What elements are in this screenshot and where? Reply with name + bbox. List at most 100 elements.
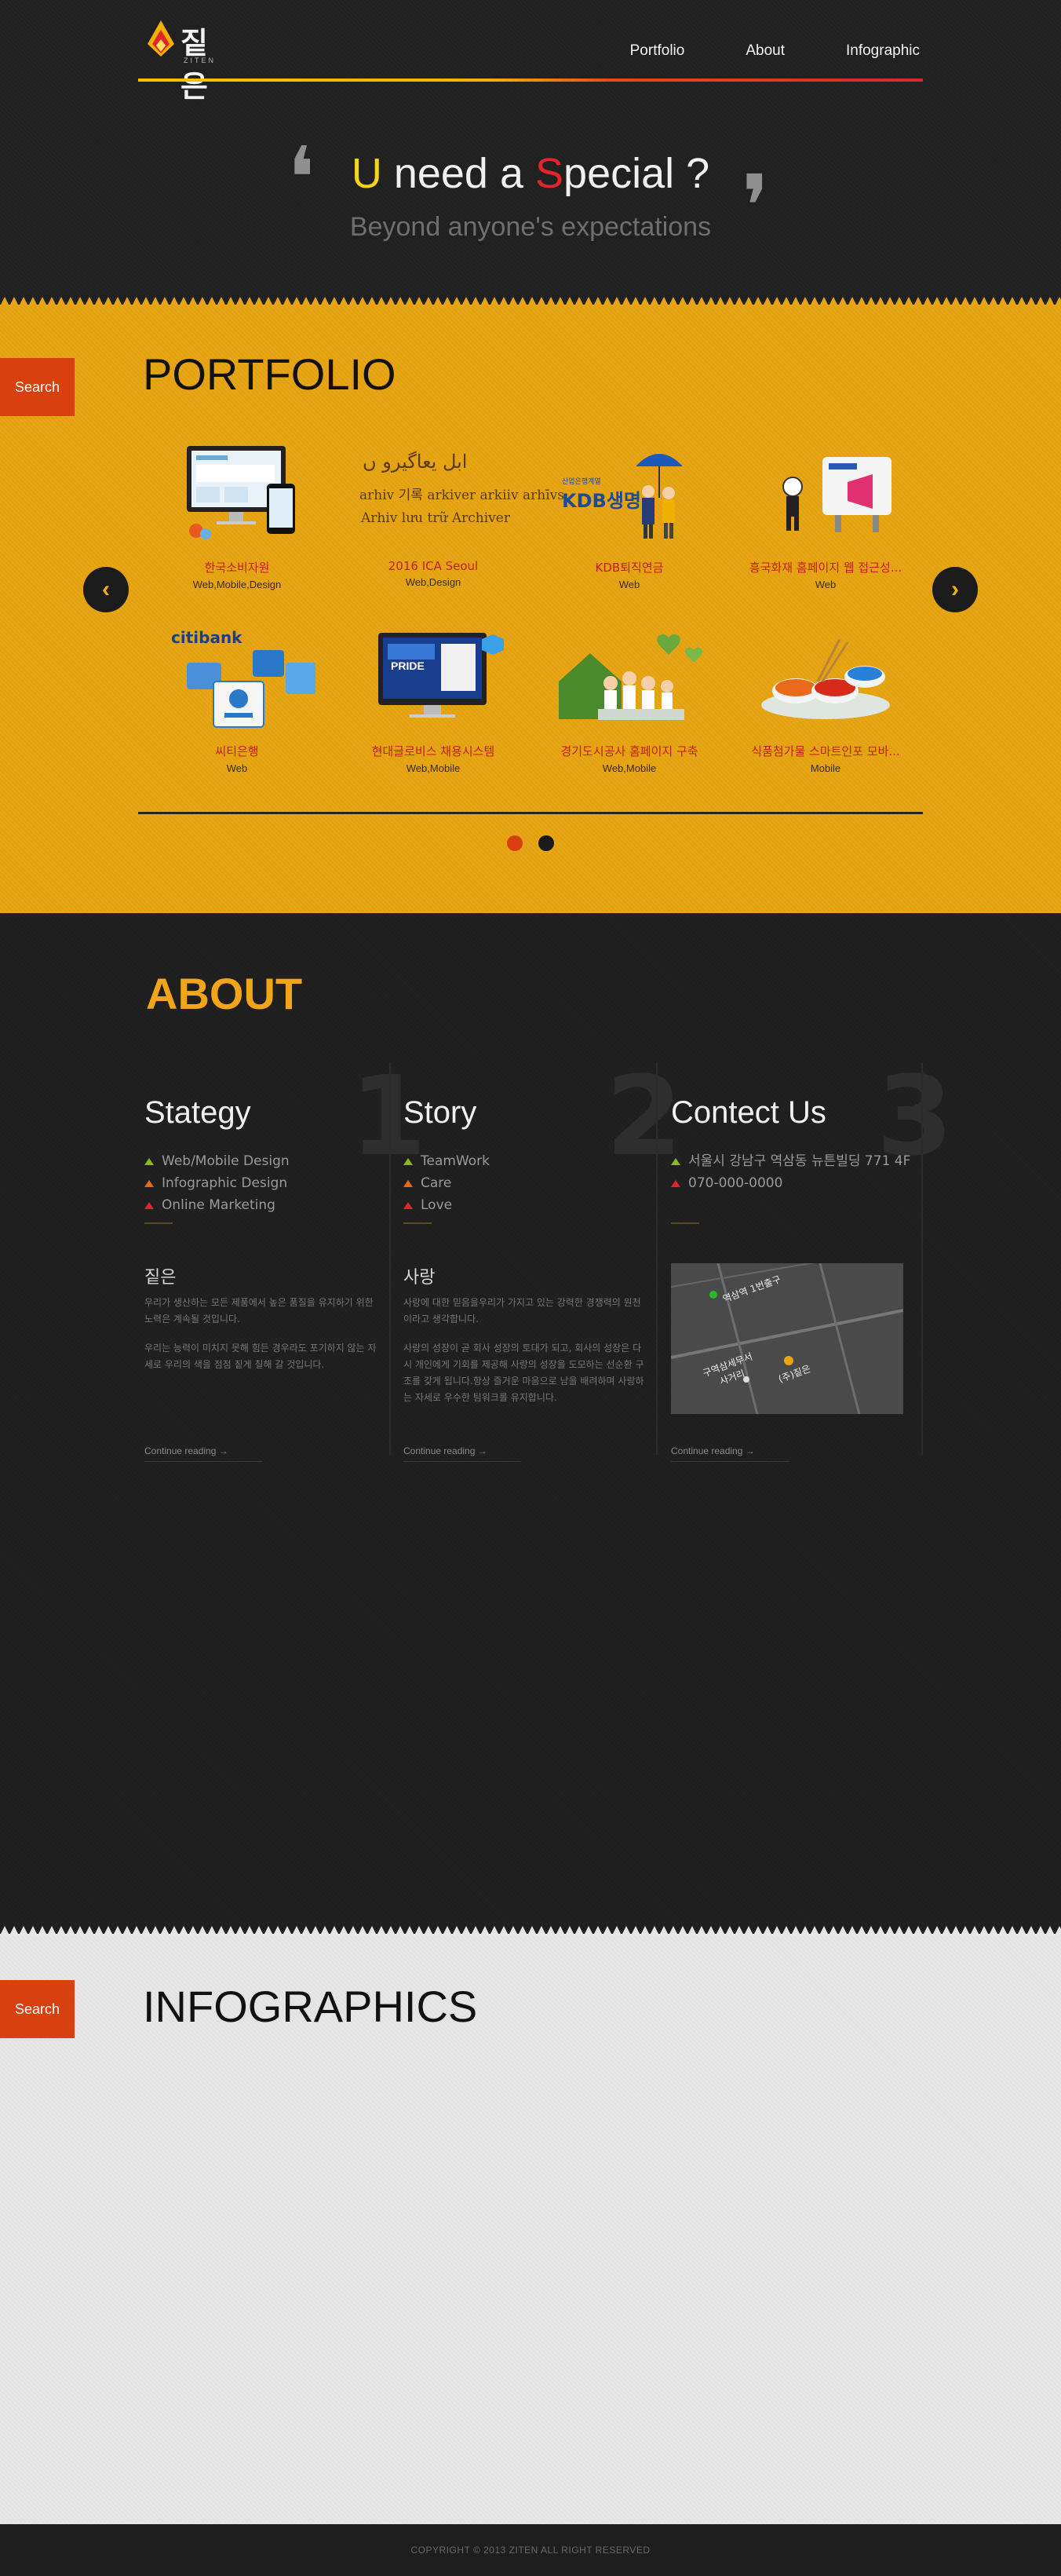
column-divider: [921, 1062, 923, 1455]
chevron-left-icon: ‹: [102, 576, 110, 602]
about-column-contact: 3 Contect Us 서울시 강남구 역삼동 뉴튼빌딩 771 4F 070…: [671, 1062, 953, 1462]
citibank-thumb: citibank: [159, 627, 317, 729]
portfolio-item[interactable]: PRIDE 현대글로비스 채용시스템 Web,Mobile: [347, 627, 520, 774]
portfolio-item-category: Web,Mobile: [602, 762, 657, 774]
portfolio-item-title: KDB퇴직연금: [595, 561, 664, 575]
column-title: Stategy: [144, 1095, 251, 1130]
sauce-bowls-icon: [761, 638, 890, 719]
signboard-character-icon: [782, 457, 891, 532]
nav-underline: [138, 79, 923, 82]
portfolio-item-category: Web,Design: [405, 576, 461, 588]
about-column-story: 2 Story TeamWork Care Love 사랑 사랑에 대한 믿음을…: [403, 1062, 682, 1462]
brand-sub: ZITEN: [184, 57, 216, 64]
column-list: 서울시 강남구 역삼동 뉴튼빌딩 771 4F 070-000-0000: [671, 1150, 910, 1194]
next-arrow-button[interactable]: ›: [932, 567, 978, 612]
triangle-bullet-icon: [144, 1157, 154, 1165]
portfolio-item[interactable]: 산업은행계열 KDB생명 KDB퇴직연금 Web: [543, 443, 716, 590]
list-item: Online Marketing: [144, 1194, 290, 1216]
infographics-section: Search INFOGRAPHICS: [0, 1924, 1061, 2534]
triangle-bullet-icon: [144, 1179, 154, 1187]
food-additive-thumb: [747, 627, 904, 729]
portfolio-item-category: Web: [815, 579, 837, 590]
portfolio-item[interactable]: ابل یعاگیرو ں arhiv 기록 arkiver arkiiv ar…: [347, 443, 564, 588]
hero-subline: Beyond anyone's expectations: [349, 212, 712, 242]
infographics-title: INFOGRAPHICS: [143, 1982, 478, 2031]
brand-logo[interactable]: 짙은 ZITEN: [144, 19, 231, 104]
nav-infographic-link[interactable]: Infographic: [846, 42, 920, 60]
headline-u: U: [351, 150, 382, 197]
portfolio-item-title: 한국소비자원: [204, 561, 270, 575]
list-item: Love: [403, 1194, 490, 1216]
portfolio-title: PORTFOLIO: [143, 349, 396, 399]
triangle-bullet-icon: [403, 1179, 413, 1187]
list-item: Web/Mobile Design: [144, 1150, 290, 1172]
kdb-logo: KDB생명: [562, 490, 641, 512]
family-house-icon: [559, 634, 702, 720]
pride-label: PRIDE: [391, 660, 425, 672]
continue-reading-link[interactable]: Continue reading →: [144, 1445, 262, 1462]
portfolio-item-category: Mobile: [810, 762, 841, 774]
column-title: Story: [403, 1095, 477, 1130]
triangle-bullet-icon: [671, 1157, 680, 1165]
portfolio-item-title: 경기도시공사 홈페이지 구축: [560, 744, 698, 758]
triangle-bullet-icon: [144, 1201, 154, 1209]
list-item: TeamWork: [403, 1150, 490, 1172]
list-item: Care: [403, 1172, 490, 1194]
portfolio-item-category: Web: [226, 762, 248, 774]
monitor-icon: [378, 633, 504, 718]
glovis-thumb: PRIDE: [355, 627, 512, 729]
archiv-line-3: Arhiv lưu trữ Archiver: [361, 510, 510, 526]
portfolio-item[interactable]: 경기도시공사 홈페이지 구축 Web,Mobile: [543, 627, 716, 774]
portfolio-item-category: Web,Mobile: [406, 762, 461, 774]
portfolio-item[interactable]: 흥국화재 홈페이지 웹 접근성... Web: [739, 443, 912, 590]
pager-dot-active[interactable]: [507, 835, 523, 851]
portfolio-item[interactable]: citibank 씨티은행 Web: [151, 627, 323, 774]
pager-dot[interactable]: [538, 835, 554, 851]
archiv-line-1: ابل یعاگیرو ں: [363, 451, 468, 473]
column-divider: [389, 1062, 391, 1455]
list-item: 070-000-0000: [671, 1172, 910, 1194]
column-rule: [403, 1222, 432, 1224]
list-item: 서울시 강남구 역삼동 뉴튼빌딩 771 4F: [671, 1150, 910, 1172]
nav-about-link[interactable]: About: [746, 42, 785, 60]
about-section: ABOUT 1 Stategy Web/Mobile Design Infogr…: [0, 913, 1061, 1934]
copyright-text: COPYRIGHT © 2013 ZITEN ALL RIGHT RESERVE…: [410, 2545, 651, 2556]
location-map[interactable]: 역삼역 1번출구 구역삼세무서 사거리 (주)짙은: [671, 1263, 903, 1414]
headline-rest: pecial ?: [563, 150, 710, 197]
column-text: 우리가 생산하는 모든 제품에서 높은 품질을 유지하기 위한 노력은 계속될 …: [144, 1297, 377, 1370]
portfolio-section: Search PORTFOLIO ‹ › 한국소비자원 Web,Mobile,D…: [0, 295, 1061, 923]
column-subtitle: 짙은: [144, 1268, 177, 1288]
search-tab-button[interactable]: Search: [0, 1980, 75, 2038]
map-roads-icon: [671, 1263, 903, 1414]
portfolio-divider: [138, 812, 923, 814]
triangle-bullet-icon: [671, 1179, 680, 1187]
flame-logo-icon: [148, 20, 174, 57]
continue-reading-link[interactable]: Continue reading →: [403, 1445, 521, 1462]
headline-s: S: [535, 150, 564, 197]
heungkuk-thumb: [747, 443, 904, 545]
archiv-line-2: arhiv 기록 arkiver arkiiv arhīvs: [359, 488, 564, 503]
portfolio-item[interactable]: 한국소비자원 Web,Mobile,Design: [151, 443, 323, 590]
portfolio-item[interactable]: 식품첨가물 스마트인포 모바... Mobile: [739, 627, 912, 774]
portfolio-item-title: 씨티은행: [215, 744, 259, 758]
triangle-bullet-icon: [403, 1201, 413, 1209]
prev-arrow-button[interactable]: ‹: [83, 567, 129, 612]
portfolio-item-title: 현대글로비스 채용시스템: [371, 744, 495, 758]
search-tab-button[interactable]: Search: [0, 358, 75, 416]
monitor-phone-icon: [187, 446, 295, 539]
nav-portfolio-link[interactable]: Portfolio: [630, 42, 685, 60]
citibank-logo: citibank: [171, 628, 242, 647]
footer: COPYRIGHT © 2013 ZITEN ALL RIGHT RESERVE…: [0, 2524, 1061, 2576]
main-nav: Portfolio About Infographic: [630, 42, 920, 60]
zigzag-top-edge: [0, 1924, 1061, 1935]
column-divider: [656, 1062, 658, 1455]
column-list: Web/Mobile Design Infographic Design Onl…: [144, 1150, 290, 1216]
chevron-right-icon: ›: [951, 576, 959, 602]
about-column-strategy: 1 Stategy Web/Mobile Design Infographic …: [144, 1062, 426, 1462]
column-rule: [144, 1222, 173, 1224]
about-title: ABOUT: [146, 969, 303, 1018]
continue-reading-link[interactable]: Continue reading →: [671, 1445, 789, 1462]
hero-header: 짙은 ZITEN Portfolio About Infographic ❛ U…: [0, 0, 1061, 305]
portfolio-item-title: 2016 ICA Seoul: [388, 559, 479, 573]
archiv-thumb: ابل یعاگیرو ں arhiv 기록 arkiver arkiiv ar…: [355, 443, 564, 545]
